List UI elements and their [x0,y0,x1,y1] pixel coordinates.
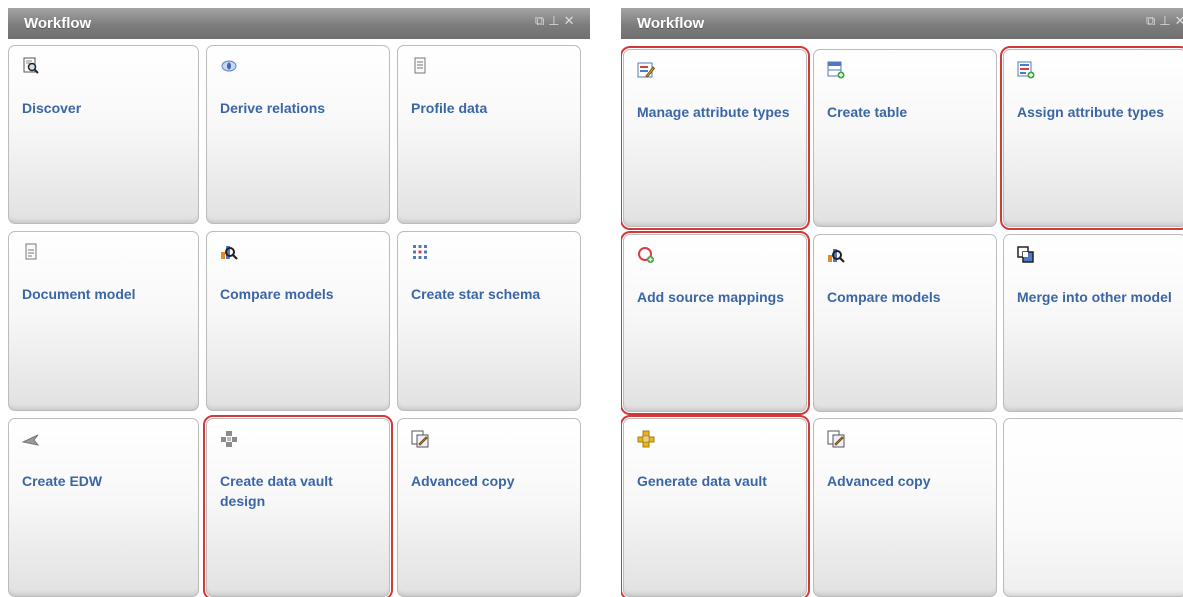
generate-data-vault-icon [637,430,655,448]
tile-label: Create table [827,104,908,120]
restore-icon[interactable]: ⧉ [535,13,544,29]
merge-model-icon [1017,246,1035,264]
tile-derive-relations[interactable]: Derive relations [206,45,390,224]
create-table-icon [827,61,845,79]
panel-titlebar: Workflow ⧉ ⊥ ✕ [8,8,590,39]
tile-create-edw[interactable]: Create EDW [8,418,199,597]
tile-advanced-copy[interactable]: Advanced copy [397,418,581,597]
tile-empty [1003,418,1183,597]
tile-manage-attribute-types[interactable]: Manage attribute types [621,46,810,230]
panel-titlebar: Workflow ⧉ ⊥ ✕ [621,8,1183,39]
close-icon[interactable]: ✕ [1175,13,1183,29]
compare-models-icon [220,243,238,261]
tile-add-source-mappings[interactable]: Add source mappings [621,231,810,415]
tile-label: Generate data vault [637,473,767,489]
tile-create-table[interactable]: Create table [813,49,997,227]
tile-create-star-schema[interactable]: Create star schema [397,231,581,411]
tile-label: Create star schema [411,286,541,302]
tile-profile-data[interactable]: Profile data [397,45,581,224]
assign-attribute-types-icon [1017,61,1035,79]
pin-icon[interactable]: ⊥ [1159,13,1170,29]
add-source-mappings-icon [637,246,655,264]
tile-create-data-vault-design[interactable]: Create data vault design [203,415,393,597]
tile-label: Profile data [411,100,488,116]
tile-label: Create EDW [22,473,103,489]
tile-label: Document model [22,286,136,302]
workflow-panel-left: Workflow ⧉ ⊥ ✕ Discover Derive relations… [8,8,590,597]
tile-label: Merge into other model [1017,289,1172,305]
derive-relations-icon [220,57,238,75]
panel-title: Workflow [637,15,705,32]
tile-label: Assign attribute types [1017,104,1165,120]
tile-generate-data-vault[interactable]: Generate data vault [621,415,810,597]
tile-label: Discover [22,100,82,116]
workflow-panel-right: Workflow ⧉ ⊥ ✕ Manage attribute types Cr… [621,8,1183,597]
create-edw-icon [22,430,40,448]
pin-icon[interactable]: ⊥ [548,13,559,29]
document-model-icon [22,243,40,261]
data-vault-design-icon [220,430,238,448]
tile-compare-models[interactable]: Compare models [813,234,997,412]
advanced-copy-icon [411,430,429,448]
tile-discover[interactable]: Discover [8,45,199,224]
tile-document-model[interactable]: Document model [8,231,199,411]
restore-icon[interactable]: ⧉ [1146,13,1155,29]
tile-label: Add source mappings [637,289,785,305]
profile-data-icon [411,57,429,75]
manage-attribute-types-icon [637,61,655,79]
tile-label: Compare models [827,289,941,305]
tile-label: Create data vault design [220,473,333,509]
advanced-copy-icon [827,430,845,448]
compare-models-icon [827,246,845,264]
star-schema-icon [411,243,429,261]
tile-label: Compare models [220,286,334,302]
tile-assign-attribute-types[interactable]: Assign attribute types [1000,46,1183,230]
discover-icon [22,57,40,75]
tile-advanced-copy[interactable]: Advanced copy [813,418,997,597]
tile-label: Derive relations [220,100,326,116]
tile-label: Advanced copy [411,473,515,489]
close-icon[interactable]: ✕ [564,13,575,29]
tile-label: Manage attribute types [637,104,790,120]
panel-title: Workflow [24,15,92,32]
tile-merge-into-other-model[interactable]: Merge into other model [1003,234,1183,412]
tile-compare-models[interactable]: Compare models [206,231,390,411]
tile-label: Advanced copy [827,473,931,489]
